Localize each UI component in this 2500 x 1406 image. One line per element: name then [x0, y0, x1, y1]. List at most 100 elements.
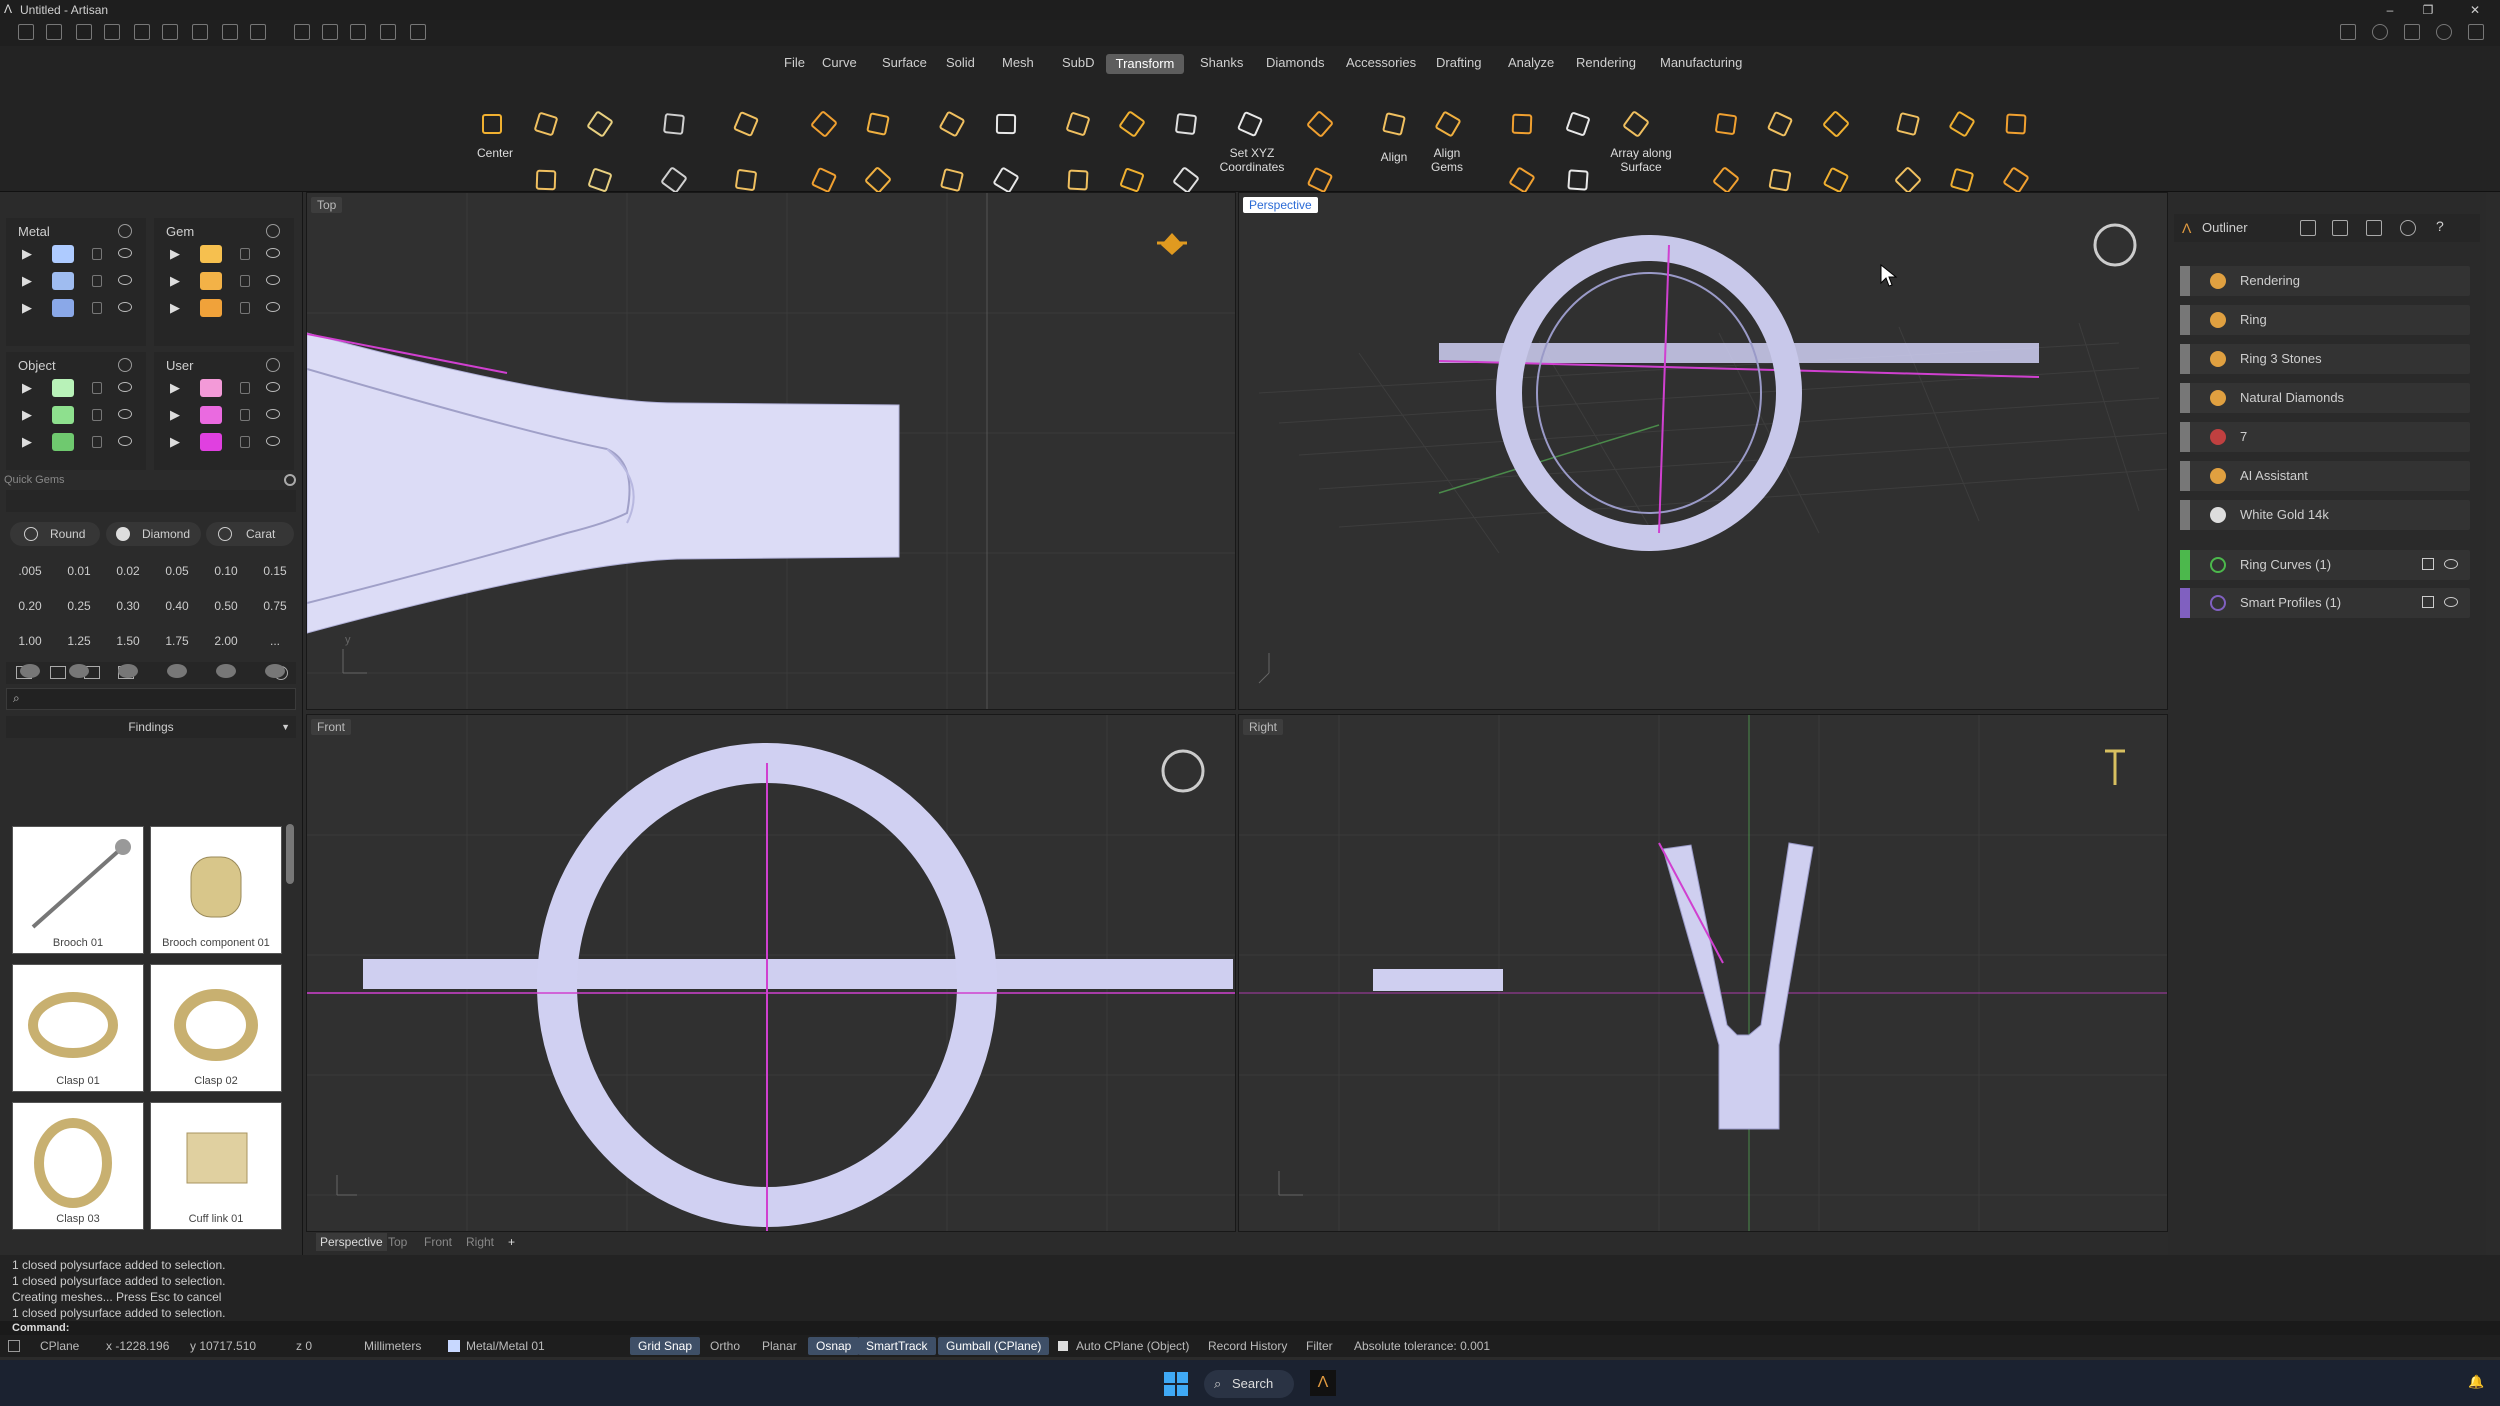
gem-size-button[interactable]: 0.30: [106, 591, 150, 621]
library-item[interactable]: Clasp 03: [12, 1102, 144, 1230]
viewport-tab-right[interactable]: Right: [466, 1233, 494, 1251]
viewport-perspective[interactable]: Perspective: [1238, 192, 2168, 710]
eye-icon[interactable]: [118, 409, 132, 419]
layer-play-icon[interactable]: ▶: [170, 300, 180, 316]
layer-color-swatch[interactable]: [200, 245, 222, 263]
grid-snap-toggle[interactable]: Grid Snap: [630, 1337, 701, 1355]
menu-mesh[interactable]: Mesh: [1002, 46, 1034, 80]
library-item[interactable]: Clasp 01: [12, 964, 144, 1092]
lock-icon[interactable]: [92, 436, 102, 448]
windows-start-icon[interactable]: [1164, 1372, 1188, 1396]
layer-color-swatch[interactable]: [52, 406, 74, 424]
eye-icon[interactable]: [118, 275, 132, 285]
outliner-item[interactable]: AI Assistant: [2180, 461, 2470, 491]
outliner-item[interactable]: Ring: [2180, 305, 2470, 335]
menu-surface[interactable]: Surface: [882, 46, 927, 80]
menu-solid[interactable]: Solid: [946, 46, 975, 80]
rotate-tool-button[interactable]: [582, 106, 618, 142]
record-history-toggle[interactable]: Record History: [1208, 1335, 1287, 1357]
lock-icon[interactable]: [240, 302, 250, 314]
align-gems-tool-button[interactable]: [1430, 106, 1466, 142]
gem-size-button[interactable]: 0.40: [155, 591, 199, 621]
eye-icon[interactable]: [118, 302, 132, 312]
library-item[interactable]: Clasp 02: [150, 964, 282, 1092]
layer-play-icon[interactable]: ▶: [22, 434, 32, 450]
layer-color-swatch[interactable]: [52, 299, 74, 317]
eye-icon[interactable]: [2444, 559, 2458, 569]
redo-icon[interactable]: [162, 24, 178, 40]
save-as-icon[interactable]: [222, 24, 238, 40]
round-shape-button[interactable]: Round: [10, 522, 100, 546]
gem-size-button[interactable]: .005: [8, 556, 52, 586]
menu-file[interactable]: File: [784, 46, 805, 80]
eye-icon[interactable]: [266, 358, 280, 372]
library-search-input[interactable]: ⌕: [6, 688, 296, 710]
library-item[interactable]: Brooch 01: [12, 826, 144, 954]
lock-icon[interactable]: [92, 409, 102, 421]
align-row-tool-button[interactable]: [1302, 106, 1338, 142]
align-tool-button[interactable]: [1376, 106, 1412, 142]
pan-icon[interactable]: [380, 24, 396, 40]
gumball-icon[interactable]: [1157, 233, 1187, 255]
eye-icon[interactable]: [2444, 597, 2458, 607]
bend-tool-button[interactable]: [1114, 106, 1150, 142]
gem-size-button[interactable]: 0.75: [253, 591, 297, 621]
set-xyz-tool-button[interactable]: [1232, 106, 1268, 142]
layer-play-icon[interactable]: ▶: [170, 273, 180, 289]
gumball-place-tool-button[interactable]: [934, 106, 970, 142]
new-file-icon[interactable]: [18, 24, 34, 40]
lock-icon[interactable]: [92, 275, 102, 287]
gem-size-button[interactable]: 1.25: [57, 626, 101, 656]
gem-size-button[interactable]: 1.50: [106, 626, 150, 656]
gem-cut-icon[interactable]: [265, 664, 285, 678]
viewport-top-label[interactable]: Top: [311, 197, 343, 213]
layer-play-icon[interactable]: ▶: [170, 380, 180, 396]
menu-curve[interactable]: Curve: [822, 46, 857, 80]
add-tab-icon[interactable]: +: [508, 1233, 515, 1251]
smarttrack-toggle[interactable]: SmartTrack: [858, 1337, 936, 1355]
notification-icon[interactable]: 🔔: [2468, 1374, 2484, 1390]
eye-icon[interactable]: [266, 302, 280, 312]
help-icon[interactable]: [2436, 24, 2452, 40]
layer-color-swatch[interactable]: [52, 245, 74, 263]
transform-icon[interactable]: [350, 24, 366, 40]
eye-icon[interactable]: [266, 436, 280, 446]
open-icon[interactable]: [76, 24, 92, 40]
layer-play-icon[interactable]: ▶: [170, 407, 180, 423]
eye-icon[interactable]: [118, 358, 132, 372]
library-item[interactable]: Cuff link 01: [150, 1102, 282, 1230]
eye-icon[interactable]: [118, 436, 132, 446]
lock-icon[interactable]: [240, 409, 250, 421]
filter-toggle[interactable]: Filter: [1306, 1335, 1333, 1357]
layer-color-swatch[interactable]: [200, 299, 222, 317]
minimize-icon[interactable]: –: [2380, 0, 2400, 20]
planar-toggle[interactable]: Planar: [762, 1335, 797, 1357]
cplane-status[interactable]: CPlane: [40, 1335, 79, 1357]
move-tool-button[interactable]: [474, 106, 510, 142]
library-scrollbar[interactable]: [286, 824, 294, 884]
menu-analyze[interactable]: Analyze: [1508, 46, 1554, 80]
layer-play-icon[interactable]: ▶: [170, 246, 180, 262]
info-icon[interactable]: [2372, 24, 2388, 40]
options-icon[interactable]: [2468, 24, 2484, 40]
auto-cplane-toggle[interactable]: Auto CPlane (Object): [1076, 1335, 1189, 1357]
ring-preview-icon[interactable]: [1161, 749, 1205, 793]
eye-icon[interactable]: [266, 224, 280, 238]
array-polar-tool-button[interactable]: [1560, 106, 1596, 142]
layer-color-swatch[interactable]: [200, 406, 222, 424]
gem-size-button[interactable]: 0.20: [8, 591, 52, 621]
edit-icon[interactable]: [2422, 596, 2434, 608]
layer-play-icon[interactable]: ▶: [22, 246, 32, 262]
outliner-layer[interactable]: Ring Curves (1): [2180, 550, 2470, 580]
gem-size-button[interactable]: 0.01: [57, 556, 101, 586]
menu-manufacturing[interactable]: Manufacturing: [1660, 46, 1742, 80]
gumball-toggle[interactable]: Gumball (CPlane): [938, 1337, 1050, 1355]
layer-play-icon[interactable]: ▶: [22, 273, 32, 289]
taper-tool-button[interactable]: [1708, 106, 1744, 142]
layer-color-swatch[interactable]: [52, 272, 74, 290]
menu-diamonds[interactable]: Diamonds: [1266, 46, 1325, 80]
export-icon[interactable]: [250, 24, 266, 40]
lock-icon[interactable]: [240, 275, 250, 287]
viewport-top[interactable]: y Top: [306, 192, 1236, 710]
viewport-tab-front[interactable]: Front: [424, 1233, 452, 1251]
